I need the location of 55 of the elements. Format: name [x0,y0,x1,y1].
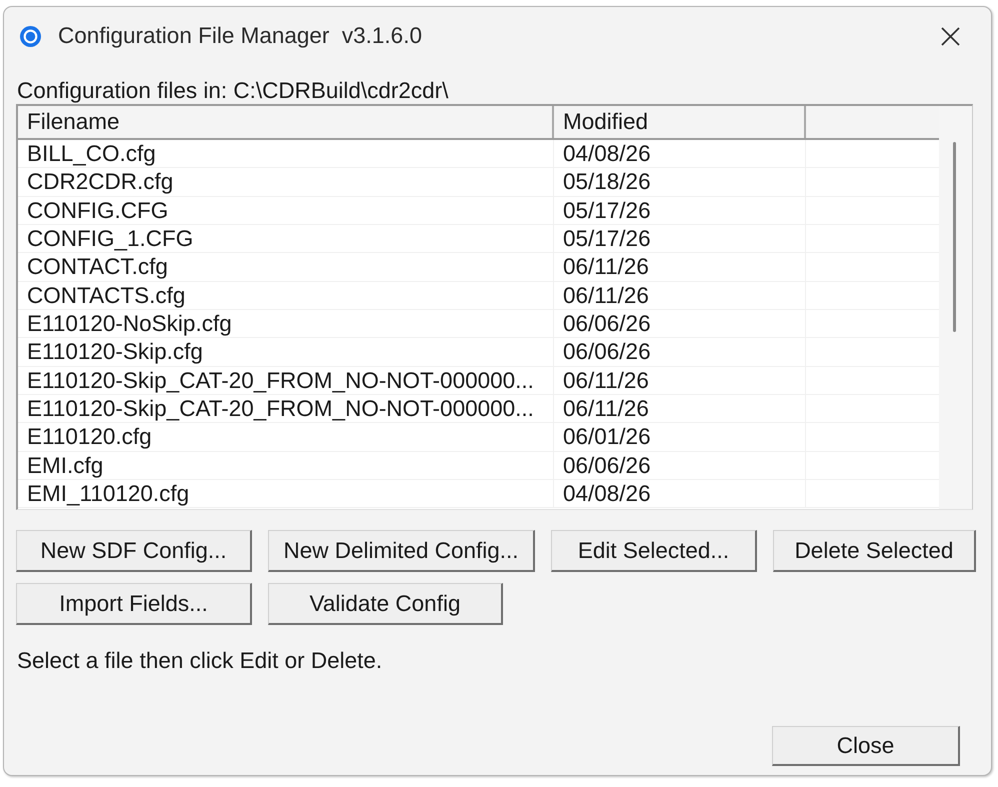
modified-cell: 06/01/26 [554,423,806,451]
close-button[interactable]: Close [772,726,960,766]
filename-cell: E110120-Skip.cfg [18,338,554,366]
file-row[interactable]: E110120-NoSkip.cfg 06/06/26 [18,310,939,338]
file-row[interactable]: CONFIG.CFG 05/17/26 [18,196,939,225]
filename-cell: E110120-Skip_CAT-20_FROM_NO-NOT-000000... [18,394,554,422]
filename-cell: E110120-Skip_CAT-20_FROM_NO-NOT-000000... [18,366,554,394]
window-title: Configuration File Manager v3.1.6.0 [58,23,422,49]
action-button[interactable]: Delete Selected [773,530,976,572]
file-row[interactable]: E110120-Skip_CAT-20_FROM_NO-NOT-000000... 06/11/26 [18,366,939,395]
column-header[interactable]: Filename [18,106,554,138]
filename-cell: CDR2CDR.cfg [18,168,554,196]
column-header[interactable]: Modified [554,106,806,138]
action-button[interactable]: New SDF Config... [16,530,252,572]
file-row[interactable]: CONTACTS.cfg 06/11/26 [18,282,939,310]
modified-cell: 06/11/26 [554,394,806,422]
modified-cell: 06/11/26 [554,282,806,309]
modified-cell: 06/06/26 [554,452,806,479]
filename-cell: CONTACTS.cfg [18,282,554,309]
filename-cell: EMI.cfg [18,452,554,479]
file-row[interactable]: EMI.cfg 06/06/26 [18,452,939,480]
action-button[interactable]: New Delimited Config... [268,530,535,572]
action-button[interactable]: Edit Selected... [551,530,757,572]
modified-cell: 04/08/26 [554,140,806,168]
filename-cell: CONTACT.cfg [18,253,554,281]
modified-cell: 04/08/26 [554,480,806,508]
status-text: Select a file then click Edit or Delete. [16,650,382,672]
action-button[interactable]: Import Fields... [16,583,252,625]
filename-cell: BILL_CO.cfg [18,140,554,168]
modified-cell: 05/18/26 [554,168,806,196]
filename-cell: EMI_110120.cfg [18,480,554,508]
modified-cell: 06/11/26 [554,253,806,281]
file-row[interactable]: CONFIG_1.CFG 05/17/26 [18,224,939,254]
close-icon[interactable] [941,26,960,46]
scrollbar-thumb[interactable] [953,142,956,332]
filename-cell: E110120.cfg [18,423,554,451]
folder-label: Configuration files in: C:\CDRBuild\cdr2cdr\ [16,80,448,102]
ring-icon [20,26,41,46]
file-row[interactable]: E110120-Skip.cfg 06/06/26 [18,338,939,367]
filename-cell: CONFIG.CFG [18,196,554,224]
modified-cell: 06/06/26 [554,310,806,338]
action-button[interactable]: Validate Config [268,583,503,625]
file-row[interactable]: CDR2CDR.cfg 05/18/26 [18,168,939,197]
modified-cell: 05/17/26 [554,224,806,252]
file-row[interactable]: E110120.cfg 06/01/26 [18,423,939,452]
modified-cell: 05/17/26 [554,196,806,224]
filename-cell: CONFIG_1.CFG [18,224,554,252]
filename-cell: E110120-NoSkip.cfg [18,310,554,338]
file-row[interactable]: EMI_110120.cfg 04/08/26 [18,480,939,508]
scrollbar[interactable] [939,106,972,509]
file-row[interactable]: E110120-Skip_CAT-20_FROM_NO-NOT-000000... 06/11/26 [18,394,939,424]
modified-cell: 06/06/26 [554,338,806,366]
file-row[interactable]: CONTACT.cfg 06/11/26 [18,253,939,282]
file-row[interactable]: BILL_CO.cfg 04/08/26 [18,140,939,168]
modified-cell: 06/11/26 [554,366,806,394]
